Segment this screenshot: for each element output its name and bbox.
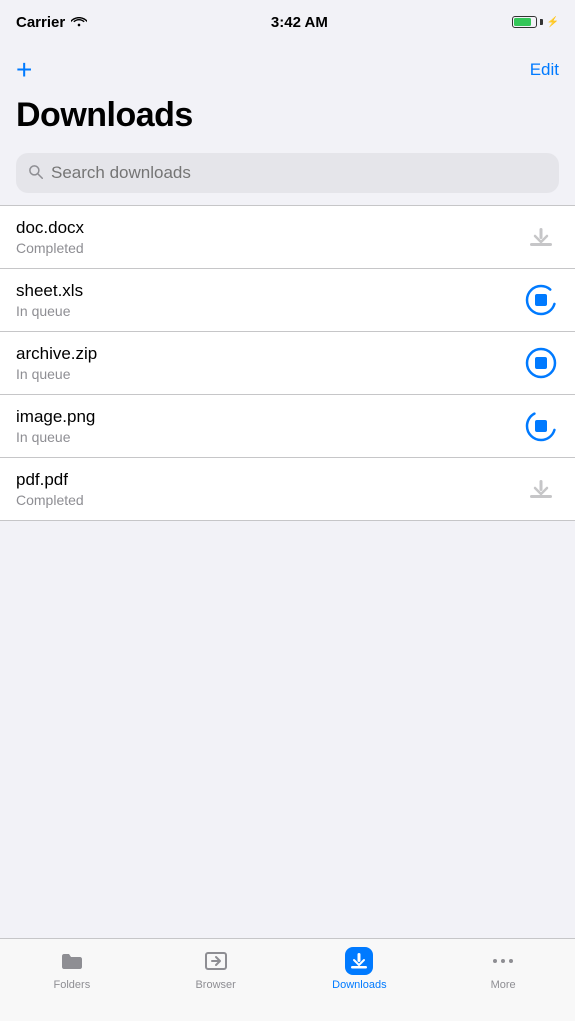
wifi-icon <box>71 14 87 31</box>
tab-folders[interactable]: Folders <box>0 947 144 991</box>
list-item: doc.docx Completed <box>0 206 575 269</box>
search-icon <box>28 164 43 183</box>
browser-tab-label: Browser <box>195 979 235 991</box>
item-status: Completed <box>16 492 84 508</box>
item-action-inqueue[interactable] <box>523 408 559 444</box>
search-input[interactable] <box>51 163 547 183</box>
download-tray-icon <box>527 475 555 503</box>
folders-tab-label: Folders <box>54 979 91 991</box>
in-queue-icon <box>524 283 558 317</box>
status-bar: Carrier 3:42 AM ⚡ <box>0 0 575 44</box>
more-tab-label: More <box>491 979 516 991</box>
page-title: Downloads <box>16 96 559 135</box>
tab-bar: Folders Browser Downloads <box>0 938 575 1021</box>
item-status: Completed <box>16 240 84 256</box>
time-label: 3:42 AM <box>271 14 328 31</box>
downloads-list: doc.docx Completed sheet.xls In queue <box>0 205 575 521</box>
more-tab-icon <box>489 947 517 975</box>
item-status: In queue <box>16 429 95 445</box>
list-item: pdf.pdf Completed <box>0 458 575 521</box>
tab-more[interactable]: More <box>431 947 575 991</box>
add-button[interactable]: + <box>16 56 32 84</box>
bolt-icon: ⚡ <box>547 17 559 28</box>
folders-tab-icon <box>58 947 86 975</box>
item-action-completed[interactable] <box>523 471 559 507</box>
tab-downloads[interactable]: Downloads <box>288 947 432 991</box>
downloads-tab-icon <box>345 947 373 975</box>
in-queue-icon <box>524 346 558 380</box>
tab-browser[interactable]: Browser <box>144 947 288 991</box>
item-status: In queue <box>16 366 97 382</box>
list-item: image.png In queue <box>0 395 575 458</box>
downloads-tab-label: Downloads <box>332 979 386 991</box>
search-area <box>0 145 575 205</box>
item-action-completed[interactable] <box>523 219 559 255</box>
browser-tab-icon <box>202 947 230 975</box>
edit-button[interactable]: Edit <box>530 60 559 80</box>
nav-bar: + Edit <box>0 44 575 96</box>
list-item: archive.zip In queue <box>0 332 575 395</box>
download-tray-icon <box>527 223 555 251</box>
item-action-inqueue[interactable] <box>523 282 559 318</box>
search-container[interactable] <box>16 153 559 193</box>
item-status: In queue <box>16 303 83 319</box>
item-filename: pdf.pdf <box>16 470 84 490</box>
item-filename: sheet.xls <box>16 281 83 301</box>
item-action-inqueue[interactable] <box>523 345 559 381</box>
item-filename: image.png <box>16 407 95 427</box>
item-filename: archive.zip <box>16 344 97 364</box>
in-queue-icon <box>524 409 558 443</box>
item-filename: doc.docx <box>16 218 84 238</box>
carrier-label: Carrier <box>16 14 65 31</box>
battery-icon <box>512 16 543 28</box>
page-title-area: Downloads <box>0 96 575 145</box>
list-item: sheet.xls In queue <box>0 269 575 332</box>
